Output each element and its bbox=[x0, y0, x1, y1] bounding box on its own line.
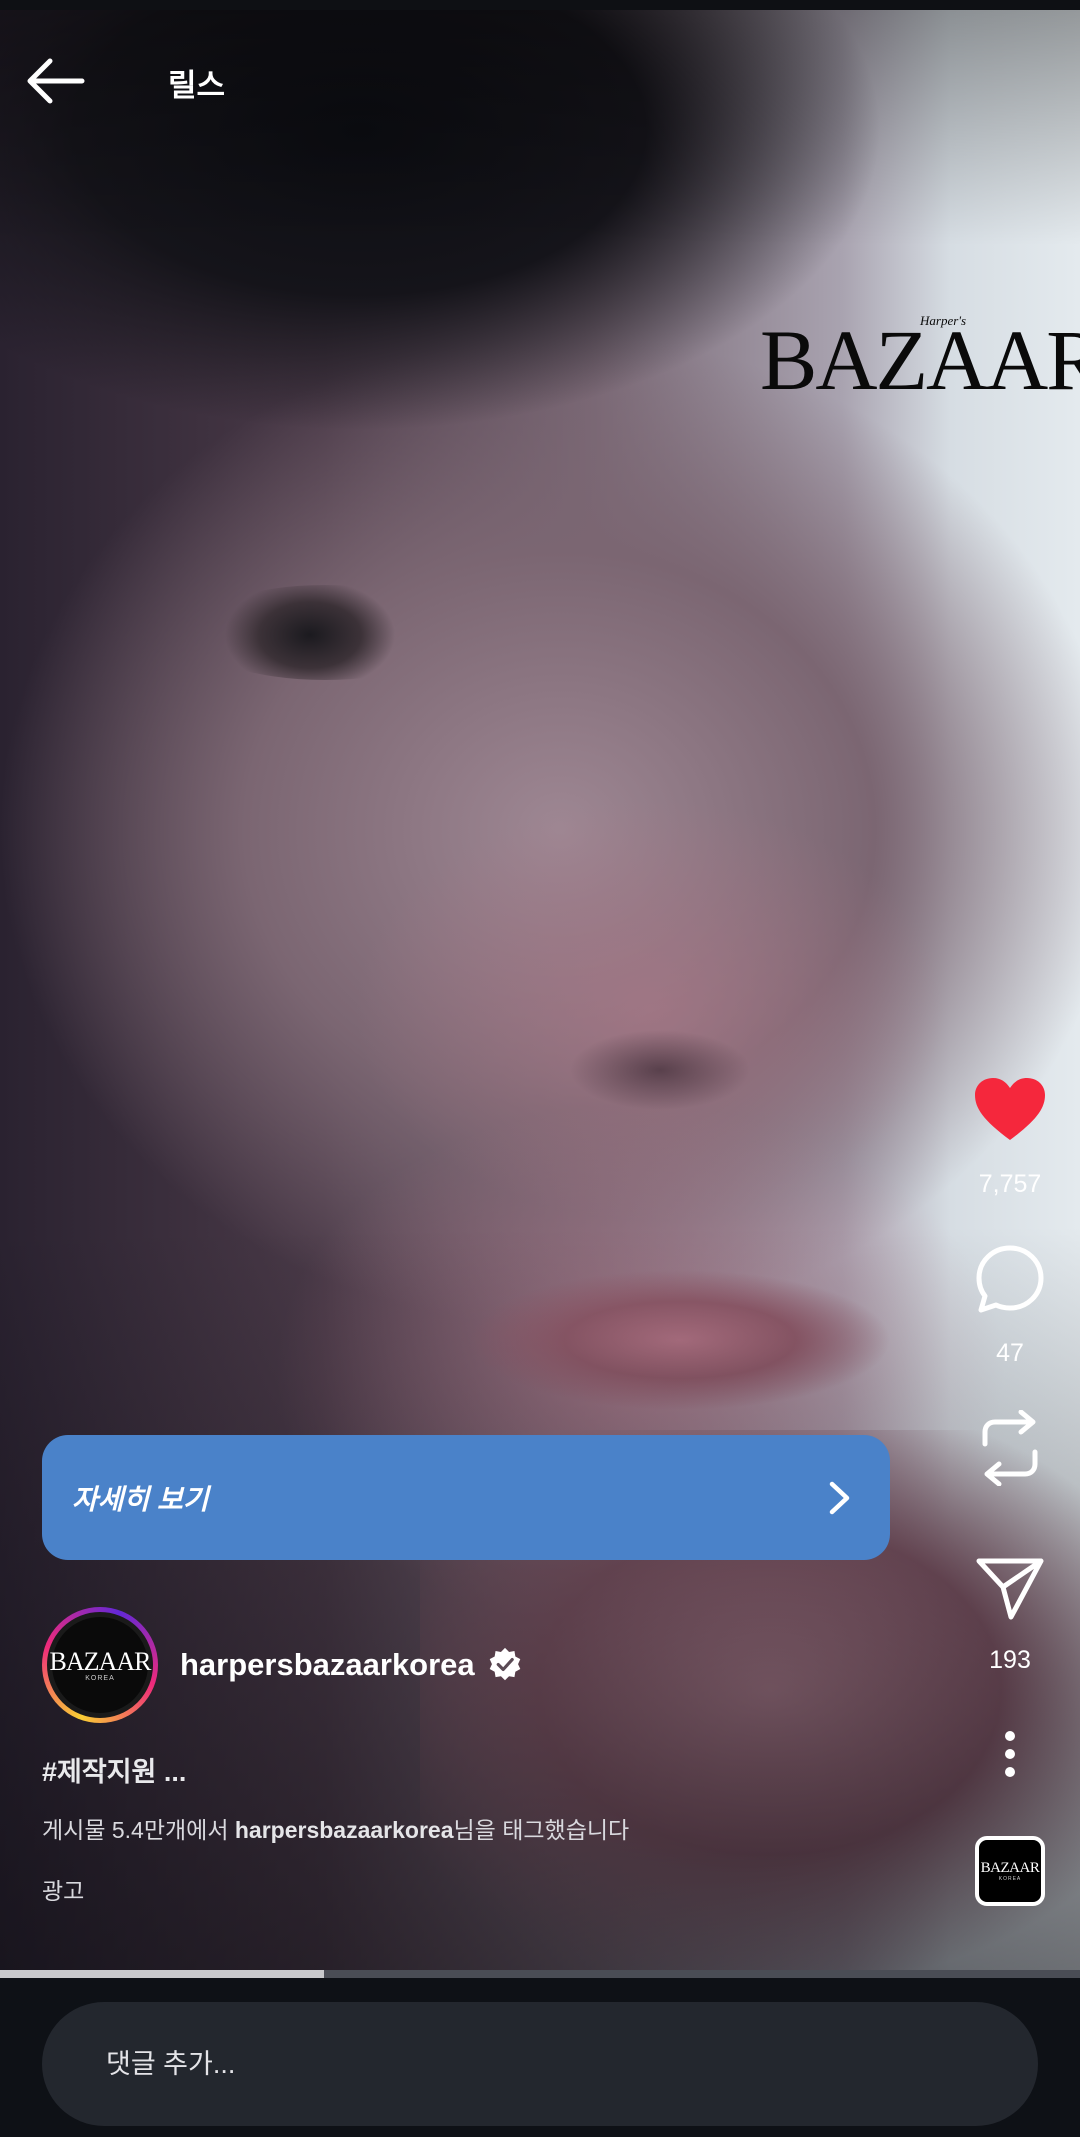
action-rail: 7,757 47 193 BAZAAR KOREA bbox=[940, 1060, 1080, 1930]
comment-count: 47 bbox=[996, 1339, 1024, 1367]
learn-more-button[interactable]: 자세히 보기 bbox=[42, 1435, 890, 1560]
comment-button[interactable] bbox=[940, 1244, 1080, 1314]
more-vertical-icon bbox=[1005, 1731, 1015, 1777]
comment-input[interactable] bbox=[42, 2002, 1038, 2126]
heart-icon bbox=[975, 1078, 1045, 1140]
tagged-suffix: 님을 태그했습니다 bbox=[453, 1817, 630, 1843]
bazaar-watermark-logo: Harper's BAZAAR bbox=[760, 314, 1080, 404]
send-icon bbox=[976, 1558, 1044, 1620]
audio-thumbnail-sub: KOREA bbox=[998, 1875, 1022, 1882]
audio-thumbnail-text: BAZAAR bbox=[980, 1859, 1040, 1876]
share-count: 193 bbox=[989, 1646, 1031, 1674]
comment-bubble-icon bbox=[976, 1245, 1044, 1313]
remix-button[interactable] bbox=[940, 1410, 1080, 1486]
tagged-username: harpersbazaarkorea bbox=[234, 1817, 454, 1843]
share-button[interactable] bbox=[940, 1555, 1080, 1621]
avatar-image: BAZAAR KOREA bbox=[47, 1612, 153, 1718]
back-arrow-icon bbox=[27, 58, 85, 104]
repost-icon bbox=[982, 1410, 1038, 1486]
watermark-small-text: Harper's bbox=[920, 313, 967, 328]
avatar[interactable]: BAZAAR KOREA bbox=[42, 1607, 158, 1723]
like-button[interactable] bbox=[940, 1076, 1080, 1142]
audio-thumbnail: BAZAAR KOREA bbox=[975, 1836, 1045, 1906]
audio-thumbnail-button[interactable]: BAZAAR KOREA bbox=[940, 1836, 1080, 1906]
tagged-posts-link[interactable]: 게시물 5.4만개에서 harpersbazaarkorea님을 태그했습니다 bbox=[42, 1811, 629, 1845]
sponsored-label: 광고 bbox=[42, 1878, 85, 1904]
verified-badge-icon bbox=[489, 1647, 520, 1681]
page-title: 릴스 bbox=[168, 68, 226, 103]
avatar-logo-text: BAZAAR bbox=[49, 1646, 152, 1676]
account-row: BAZAAR KOREA harpersbazaarkorea bbox=[42, 1606, 523, 1724]
video-progress-bar[interactable] bbox=[0, 1970, 1080, 1978]
like-count: 7,757 bbox=[978, 1170, 1042, 1198]
avatar-logo-sub: KOREA bbox=[85, 1674, 115, 1682]
top-bar: 릴스 bbox=[0, 10, 1080, 140]
chevron-right-icon bbox=[820, 1478, 860, 1518]
comment-bar bbox=[0, 1978, 1080, 2137]
learn-more-label: 자세히 보기 bbox=[72, 1483, 209, 1515]
tagged-prefix: 게시물 5.4만개에서 bbox=[42, 1817, 235, 1843]
caption-hashtag[interactable]: #제작지원 ... bbox=[42, 1750, 186, 1789]
username-link[interactable]: harpersbazaarkorea bbox=[180, 1647, 475, 1683]
reels-screen: Harper's BAZAAR 릴스 7,757 47 193 BAZAAR K… bbox=[0, 0, 1080, 2137]
video-progress-fill bbox=[0, 1970, 324, 1978]
back-button[interactable] bbox=[24, 46, 104, 116]
more-options-button[interactable] bbox=[940, 1730, 1080, 1778]
